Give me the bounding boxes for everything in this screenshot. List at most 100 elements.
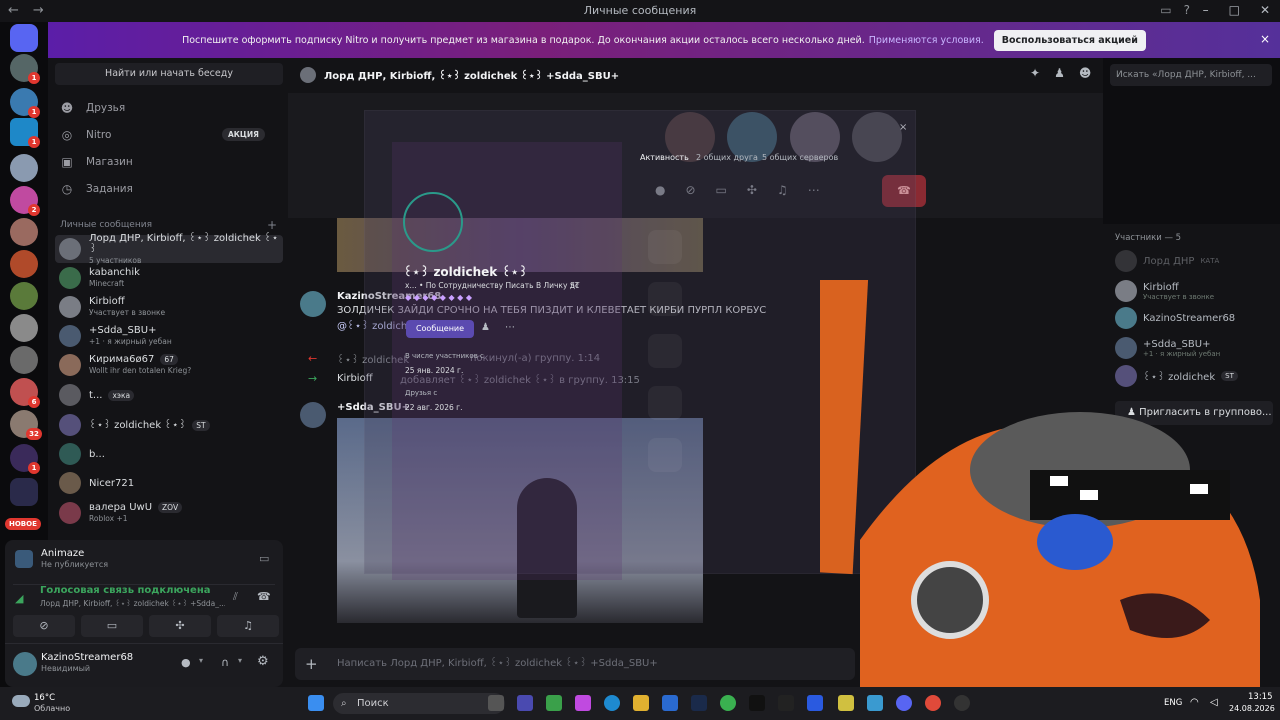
server-icon[interactable] (10, 250, 38, 278)
server-icon[interactable] (10, 314, 38, 342)
banner-button[interactable]: Воспользоваться акцией (993, 29, 1146, 51)
add-friend-icon[interactable]: ♟ (481, 322, 490, 333)
app-icon[interactable] (838, 695, 854, 711)
tab-mutual-friends[interactable]: 2 общих друга (696, 153, 758, 162)
disconnect-icon[interactable]: ☎ (257, 590, 271, 603)
app-icon[interactable] (954, 695, 970, 711)
server-icon[interactable]: 1 (10, 118, 40, 148)
voice-channel[interactable]: Лорд ДНР, Kirbioff, ꒰⋆꒱ zoldichek ꒰⋆꒱ +S… (40, 598, 225, 608)
dm-item[interactable]: Nicer721 (55, 469, 283, 497)
server-icon[interactable]: 2 (10, 186, 40, 216)
server-icon[interactable] (10, 218, 38, 246)
weather-temp[interactable]: 16°C (34, 693, 55, 703)
dm-item[interactable]: b... (55, 440, 283, 468)
tab-activity[interactable]: Активность (640, 153, 689, 162)
soundboard-button[interactable]: ♫ (217, 615, 279, 637)
server-icon[interactable] (10, 346, 38, 374)
nav-friends[interactable]: ☻ Друзья (60, 97, 125, 119)
dm-item[interactable]: t... хэка (55, 381, 283, 409)
settings-gear-icon[interactable]: ⚙ (257, 654, 269, 669)
explorer-icon[interactable] (633, 695, 649, 711)
app-icon[interactable] (749, 695, 765, 711)
dm-item[interactable]: Лорд ДНР, Kirbioff, ꒰⋆꒱ zoldichek ꒰⋆꒱ 5 у… (55, 233, 283, 265)
dm-search-button[interactable]: Найти или начать беседу (55, 63, 283, 85)
edge-icon[interactable] (604, 695, 620, 711)
banner-terms-link[interactable]: Применяются условия. (869, 35, 984, 46)
steam-icon[interactable] (691, 695, 707, 711)
chrome-icon[interactable] (925, 695, 941, 711)
profile-avatar[interactable] (403, 192, 463, 252)
dm-item[interactable]: Kirbioff Участвует в звонке (55, 293, 283, 321)
user-avatar[interactable] (13, 652, 37, 676)
mutual-server-icon[interactable] (648, 386, 682, 420)
whatsapp-icon[interactable] (720, 695, 736, 711)
nav-quests[interactable]: ◷ Задания (60, 178, 133, 200)
microphone-icon[interactable]: ● (181, 656, 191, 669)
clock-time[interactable]: 13:15 (1248, 692, 1273, 702)
store-icon[interactable] (662, 695, 678, 711)
dm-item[interactable]: валера UwU ZOV Roblox +1 (55, 499, 283, 527)
dm-item[interactable]: ꒰⋆꒱ zoldichek ꒰⋆꒱ ST (55, 411, 283, 439)
attach-icon[interactable]: + (305, 648, 318, 680)
discord-home-icon[interactable] (10, 24, 38, 52)
task-view-icon[interactable] (488, 695, 504, 711)
banner-close-icon[interactable]: × (1260, 32, 1270, 46)
mutual-server-icon[interactable] (648, 438, 682, 472)
terminal-icon[interactable] (778, 695, 794, 711)
dm-item[interactable]: kabanchik Minecraft (55, 264, 283, 292)
server-icon[interactable]: 1 (10, 88, 40, 118)
minimize-button[interactable]: – (1203, 3, 1209, 17)
dm-item[interactable]: +Sdda_SBU+ +1 · я жирный уебан (55, 322, 283, 350)
folder-icon[interactable] (10, 478, 38, 506)
app-icon[interactable] (517, 695, 533, 711)
message-input[interactable]: + Написать Лорд ДНР, Kirbioff, ꒰⋆꒱ zoldic… (295, 648, 855, 680)
app-icon[interactable] (546, 695, 562, 711)
chevron-down-icon[interactable]: ▾ (238, 656, 242, 665)
stream-icon[interactable]: ▭ (259, 552, 269, 565)
dm-item[interactable]: Кирима6ø67 67 Wollt ihr den totalen Krieg? (55, 351, 283, 379)
create-dm-icon[interactable]: + (267, 218, 277, 232)
activities-button[interactable]: ✣ (149, 615, 211, 637)
taskbar-search[interactable]: ⌕ Поиск (333, 693, 505, 714)
add-friends-icon[interactable]: ♟ (1054, 66, 1065, 80)
app-icon[interactable] (867, 695, 883, 711)
inbox-icon[interactable]: ▭ (1160, 3, 1171, 17)
voice-status[interactable]: Голосовая связь подключена (40, 585, 211, 596)
volume-icon[interactable]: ◁ (1210, 697, 1218, 708)
mutual-server-icon[interactable] (648, 334, 682, 368)
username[interactable]: KazinoStreamer68 (41, 652, 133, 663)
maximize-button[interactable]: □ (1229, 3, 1240, 17)
help-icon[interactable]: ? (1184, 3, 1190, 17)
server-icon[interactable]: 6 (10, 378, 40, 408)
discord-taskbar-icon[interactable] (896, 695, 912, 711)
clock-date[interactable]: 24.08.2026 (1229, 704, 1275, 713)
camera-button[interactable]: ⊘ (13, 615, 75, 637)
server-icon[interactable]: 1 (10, 444, 40, 474)
member-item[interactable]: Лорд ДНР КАТА (1115, 248, 1219, 274)
headphones-icon[interactable]: ∩ (221, 656, 229, 669)
profile-message-button[interactable]: Сообщение (406, 320, 474, 338)
language-indicator[interactable]: ENG (1164, 698, 1182, 708)
wifi-icon[interactable]: ◠ (1190, 697, 1199, 708)
server-icon[interactable] (10, 282, 38, 310)
close-window-button[interactable]: ✕ (1260, 3, 1270, 17)
copilot-icon[interactable] (575, 695, 591, 711)
server-icon[interactable] (10, 154, 38, 182)
noise-suppression-icon[interactable]: ⫽ (233, 590, 238, 604)
mutual-server-icon[interactable] (648, 230, 682, 264)
tab-mutual-servers[interactable]: 5 общих серверов (762, 153, 838, 162)
app-icon[interactable] (807, 695, 823, 711)
mutual-server-icon[interactable] (648, 282, 682, 316)
windows-start-icon[interactable] (308, 695, 324, 711)
more-icon[interactable]: ⋯ (505, 322, 515, 333)
nav-shop[interactable]: ▣ Магазин (60, 151, 132, 173)
chat-title[interactable]: Лорд ДНР, Kirbioff, ꒰⋆꒱ zoldichek ꒰⋆꒱ +S… (324, 69, 619, 82)
nav-nitro[interactable]: ◎ Nitro (60, 124, 112, 146)
server-icon[interactable]: 32 (10, 410, 42, 440)
members-icon[interactable]: ☻ (1079, 66, 1092, 80)
pin-icon[interactable]: ✦ (1030, 66, 1040, 80)
chevron-down-icon[interactable]: ▾ (199, 656, 203, 665)
screenshare-button[interactable]: ▭ (81, 615, 143, 637)
server-icon[interactable]: 1 (10, 54, 40, 84)
chat-search-input[interactable]: Искать «Лорд ДНР, Kirbioff, ... (1110, 64, 1272, 86)
